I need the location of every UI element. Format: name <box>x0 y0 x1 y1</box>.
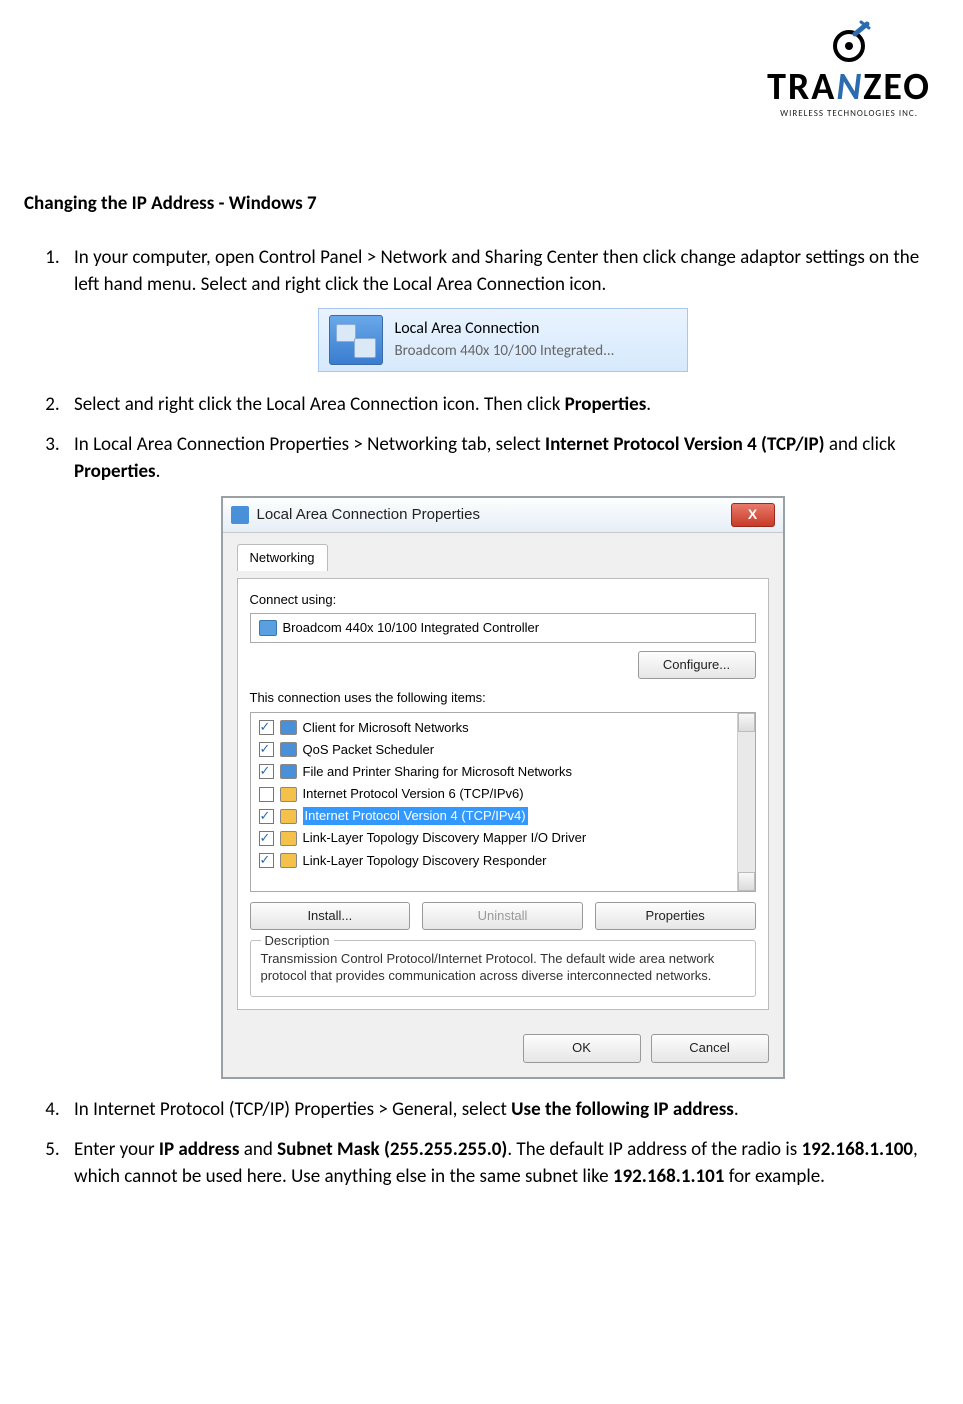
brand-tagline: WIRELESS TECHNOLOGIES INC. <box>767 108 931 119</box>
cancel-button[interactable]: Cancel <box>651 1034 769 1062</box>
step-5-a: Enter your <box>74 1138 159 1161</box>
component-icon <box>280 720 297 735</box>
brand-name-post: ZEO <box>863 64 931 110</box>
brand-name-z: N <box>836 64 863 110</box>
step-2-text-c: . <box>646 393 651 416</box>
brand-name-pre: TRA <box>767 64 836 110</box>
description-legend: Description <box>261 932 334 950</box>
checkbox-icon[interactable] <box>259 764 274 779</box>
item-label: Link-Layer Topology Discovery Mapper I/O… <box>303 829 587 847</box>
step-5-d: Subnet Mask (255.255.255.0) <box>277 1138 507 1161</box>
checkbox-icon[interactable] <box>259 853 274 868</box>
step-4: In Internet Protocol (TCP/IP) Properties… <box>64 1097 931 1124</box>
step-1: In your computer, open Control Panel > N… <box>64 245 931 374</box>
list-item-selected[interactable]: Internet Protocol Version 4 (TCP/IPv4) <box>253 805 753 827</box>
local-area-connection-item[interactable]: Local Area Connection Broadcom 440x 10/1… <box>318 308 688 372</box>
step-5-i: for example. <box>724 1165 825 1188</box>
list-item[interactable]: Client for Microsoft Networks <box>253 717 753 739</box>
step-5-h: 192.168.1.101 <box>613 1165 725 1188</box>
step-4-text-c: . <box>734 1098 739 1121</box>
uninstall-button: Uninstall <box>422 902 583 930</box>
step-3-bold-1: Internet Protocol Version 4 (TCP/IP) <box>545 433 825 456</box>
close-button[interactable]: X <box>731 503 775 527</box>
network-adapter-icon <box>329 315 383 365</box>
dialog-title: Local Area Connection Properties <box>257 504 480 525</box>
properties-button[interactable]: Properties <box>595 902 756 930</box>
step-5-b: IP address <box>159 1138 240 1161</box>
list-item[interactable]: Link-Layer Topology Discovery Responder <box>253 850 753 872</box>
step-4-text-a: In Internet Protocol (TCP/IP) Properties… <box>74 1098 511 1121</box>
item-label: Internet Protocol Version 4 (TCP/IPv4) <box>303 807 528 825</box>
step-3-text-e: . <box>156 460 161 483</box>
adapter-field[interactable]: Broadcom 440x 10/100 Integrated Controll… <box>250 613 756 643</box>
component-icon <box>280 742 297 757</box>
uses-items-label: This connection uses the following items… <box>250 689 756 707</box>
step-2: Select and right click the Local Area Co… <box>64 392 931 419</box>
adapter-name: Broadcom 440x 10/100 Integrated Controll… <box>283 619 540 637</box>
step-2-text-a: Select and right click the Local Area Co… <box>74 393 565 416</box>
step-3-text-c: and click <box>825 433 896 456</box>
scroll-up-button[interactable] <box>738 713 755 732</box>
install-button[interactable]: Install... <box>250 902 411 930</box>
lac-properties-dialog: Local Area Connection Properties X Netwo… <box>221 496 785 1079</box>
configure-button[interactable]: Configure... <box>638 651 756 679</box>
lac-subtitle: Broadcom 440x 10/100 Integrated... <box>395 341 615 362</box>
item-label: Link-Layer Topology Discovery Responder <box>303 852 547 870</box>
item-label: Client for Microsoft Networks <box>303 719 469 737</box>
step-4-bold: Use the following IP address <box>511 1098 734 1121</box>
scroll-down-button[interactable] <box>738 872 755 891</box>
step-5-c: and <box>239 1138 277 1161</box>
component-icon <box>280 764 297 779</box>
page-title: Changing the IP Address - Windows 7 <box>24 192 931 215</box>
ok-button[interactable]: OK <box>523 1034 641 1062</box>
step-3: In Local Area Connection Properties > Ne… <box>64 432 931 1078</box>
step-3-text-a: In Local Area Connection Properties > Ne… <box>74 433 545 456</box>
item-label: File and Printer Sharing for Microsoft N… <box>303 763 572 781</box>
scrollbar[interactable] <box>737 713 755 891</box>
protocol-icon <box>280 853 297 868</box>
checkbox-icon[interactable] <box>259 720 274 735</box>
connection-items-list[interactable]: Client for Microsoft Networks QoS Packet… <box>250 712 756 892</box>
checkbox-icon[interactable] <box>259 831 274 846</box>
logo-glyph-icon <box>827 20 871 64</box>
description-text: Transmission Control Protocol/Internet P… <box>261 951 745 985</box>
step-5-f: 192.168.1.100 <box>801 1138 913 1161</box>
checkbox-icon[interactable] <box>259 742 274 757</box>
item-label: Internet Protocol Version 6 (TCP/IPv6) <box>303 785 524 803</box>
lac-title: Local Area Connection <box>395 318 615 340</box>
step-1-text: In your computer, open Control Panel > N… <box>74 246 919 296</box>
protocol-icon <box>280 831 297 846</box>
brand-logo: TRANZEO WIRELESS TECHNOLOGIES INC. <box>24 20 931 122</box>
step-2-bold: Properties <box>565 393 647 416</box>
step-5-e: . The default IP address of the radio is <box>507 1138 801 1161</box>
item-label: QoS Packet Scheduler <box>303 741 435 759</box>
tab-networking[interactable]: Networking <box>237 544 328 571</box>
connect-using-label: Connect using: <box>250 591 756 609</box>
description-group: Description Transmission Control Protoco… <box>250 940 756 998</box>
checkbox-icon[interactable] <box>259 787 274 802</box>
list-item[interactable]: File and Printer Sharing for Microsoft N… <box>253 761 753 783</box>
list-item[interactable]: QoS Packet Scheduler <box>253 739 753 761</box>
protocol-icon <box>280 787 297 802</box>
checkbox-icon[interactable] <box>259 809 274 824</box>
step-3-bold-2: Properties <box>74 460 156 483</box>
protocol-icon <box>280 809 297 824</box>
list-item[interactable]: Link-Layer Topology Discovery Mapper I/O… <box>253 827 753 849</box>
nic-icon <box>259 620 277 636</box>
dialog-titlebar[interactable]: Local Area Connection Properties X <box>223 498 783 533</box>
list-item[interactable]: Internet Protocol Version 6 (TCP/IPv6) <box>253 783 753 805</box>
dialog-title-icon <box>231 506 249 524</box>
step-5: Enter your IP address and Subnet Mask (2… <box>64 1137 931 1190</box>
